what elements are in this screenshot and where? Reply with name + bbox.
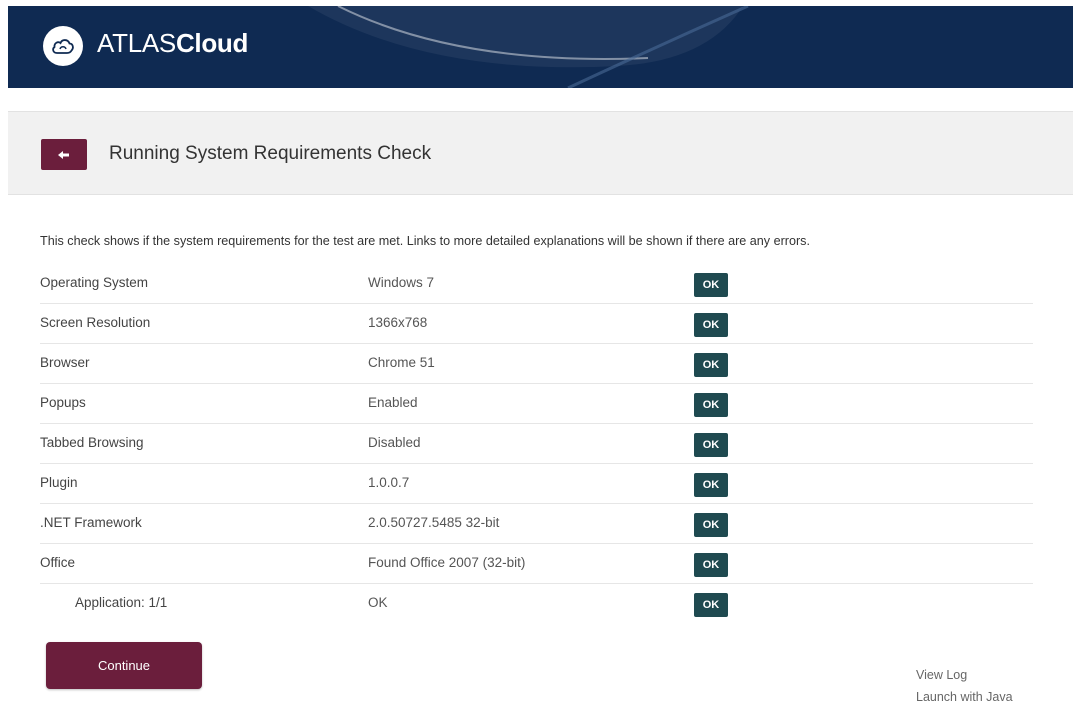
requirement-value: Enabled	[368, 395, 418, 410]
brand-name-light: ATLAS	[97, 28, 176, 58]
back-button[interactable]	[41, 139, 87, 170]
status-badge: OK	[694, 513, 728, 537]
requirement-name: Screen Resolution	[40, 315, 151, 330]
brand-name-bold: Cloud	[175, 28, 249, 58]
requirement-value: Disabled	[368, 435, 421, 450]
status-badge: OK	[694, 433, 728, 457]
continue-button[interactable]: Continue	[46, 642, 202, 689]
table-row: Operating System Windows 7 OK	[40, 264, 1033, 304]
requirement-name: Plugin	[40, 475, 78, 490]
requirement-name: Application: 1/1	[75, 595, 168, 610]
table-row: Browser Chrome 51 OK	[40, 344, 1033, 384]
requirement-value: Windows 7	[368, 275, 435, 290]
requirement-value: 2.0.50727.5485 32-bit	[368, 515, 500, 530]
intro-text: This check shows if the system requireme…	[40, 234, 810, 248]
requirement-name: Browser	[40, 355, 90, 370]
requirement-name: Office	[40, 555, 76, 570]
arrow-left-icon	[58, 150, 69, 159]
status-badge: OK	[694, 593, 728, 617]
table-row: Tabbed Browsing Disabled OK	[40, 424, 1033, 464]
table-row: Popups Enabled OK	[40, 384, 1033, 424]
table-row: Screen Resolution 1366x768 OK	[40, 304, 1033, 344]
launch-with-java-link[interactable]: Launch with Java	[916, 690, 1013, 704]
header-banner: ATLASCloud	[8, 6, 1073, 88]
table-row: Plugin 1.0.0.7 OK	[40, 464, 1033, 504]
status-badge: OK	[694, 273, 728, 297]
requirements-table: Operating System Windows 7 OK Screen Res…	[40, 264, 1033, 623]
requirement-value: Found Office 2007 (32-bit)	[368, 555, 526, 570]
status-badge: OK	[694, 353, 728, 377]
status-badge: OK	[694, 553, 728, 577]
requirement-name: Tabbed Browsing	[40, 435, 144, 450]
requirement-value: Chrome 51	[368, 355, 435, 370]
status-badge: OK	[694, 313, 728, 337]
requirement-value: 1.0.0.7	[368, 475, 410, 490]
table-row: Office Found Office 2007 (32-bit) OK	[40, 544, 1033, 584]
view-log-link[interactable]: View Log	[916, 668, 967, 682]
cloud-logo-icon	[43, 26, 83, 66]
page-title: Running System Requirements Check	[109, 143, 432, 164]
brand-logo: ATLASCloud	[97, 28, 248, 59]
requirement-name: Operating System	[40, 275, 149, 290]
table-row: Application: 1/1 OK OK	[40, 584, 1033, 623]
status-badge: OK	[694, 473, 728, 497]
requirement-name: .NET Framework	[40, 515, 142, 530]
status-badge: OK	[694, 393, 728, 417]
requirement-name: Popups	[40, 395, 86, 410]
requirement-value: OK	[368, 595, 388, 610]
table-row: .NET Framework 2.0.50727.5485 32-bit OK	[40, 504, 1033, 544]
page-title-bar: Running System Requirements Check	[8, 111, 1073, 195]
requirement-value: 1366x768	[368, 315, 428, 330]
